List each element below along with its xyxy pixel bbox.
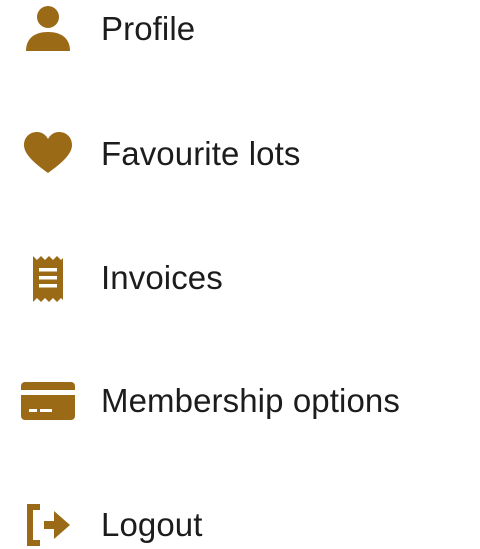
menu-item-invoices[interactable]: Invoices bbox=[0, 248, 470, 308]
menu-item-favourite-lots[interactable]: Favourite lots bbox=[0, 124, 470, 184]
menu-item-logout[interactable]: Logout bbox=[0, 495, 470, 549]
menu-item-label: Favourite lots bbox=[101, 135, 301, 172]
receipt-icon bbox=[20, 250, 76, 306]
user-icon bbox=[20, 1, 76, 57]
menu-item-label: Invoices bbox=[101, 259, 223, 296]
menu-item-label: Profile bbox=[101, 10, 196, 47]
menu-item-label: Logout bbox=[101, 506, 203, 543]
credit-card-icon bbox=[20, 373, 76, 429]
heart-icon bbox=[20, 126, 76, 182]
account-menu: Profile Favourite lots Invoices Membersh… bbox=[0, 0, 480, 549]
logout-icon bbox=[20, 497, 76, 549]
menu-item-membership-options[interactable]: Membership options bbox=[0, 371, 470, 431]
menu-item-profile[interactable]: Profile bbox=[0, 0, 470, 59]
menu-item-label: Membership options bbox=[101, 382, 400, 419]
